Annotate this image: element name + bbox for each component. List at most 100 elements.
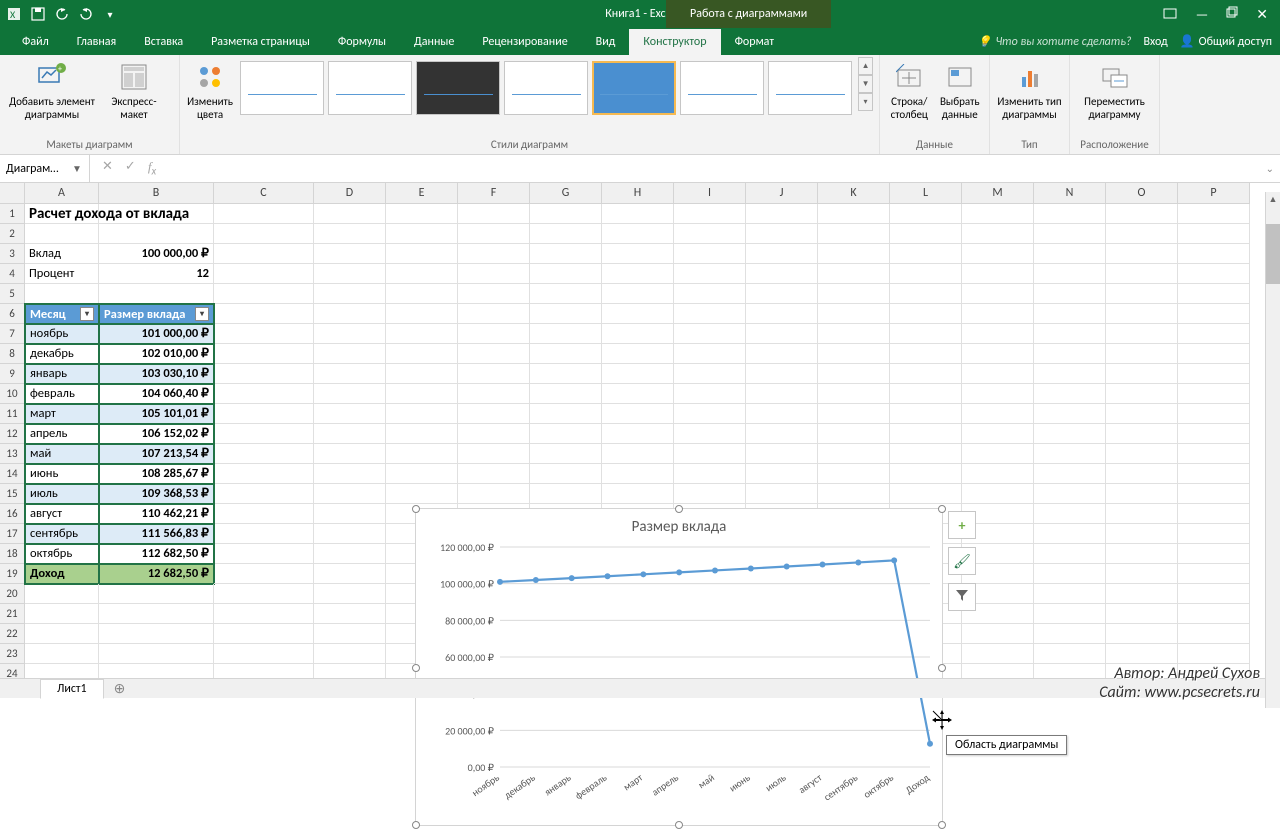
gallery-more-icon[interactable]: ▾ xyxy=(858,93,873,111)
row-header-4[interactable]: 4 xyxy=(0,264,25,284)
cell-B13[interactable]: 107 213,54 ₽ xyxy=(99,444,214,464)
row-header-21[interactable]: 21 xyxy=(0,604,25,624)
cell-B12[interactable]: 106 152,02 ₽ xyxy=(99,424,214,444)
col-header-D[interactable]: D xyxy=(314,183,386,203)
redo-icon[interactable] xyxy=(78,6,94,22)
formula-input[interactable] xyxy=(168,155,1259,182)
cell-B8[interactable]: 102 010,00 ₽ xyxy=(99,344,214,364)
qat-customize-icon[interactable]: ▾ xyxy=(102,6,118,22)
cell-A16[interactable]: август xyxy=(25,504,99,524)
tab-design[interactable]: Конструктор xyxy=(629,29,720,55)
enter-icon[interactable]: ✓ xyxy=(125,159,136,178)
cell-B6[interactable]: Размер вклада▾ xyxy=(99,304,214,324)
tab-home[interactable]: Главная xyxy=(63,29,130,55)
chart-handle[interactable] xyxy=(412,505,420,513)
tab-formulas[interactable]: Формулы xyxy=(324,29,400,55)
cell-A12[interactable]: апрель xyxy=(25,424,99,444)
cell-B19[interactable]: 12 682,50 ₽ xyxy=(99,564,214,584)
row-header-19[interactable]: 19 xyxy=(0,564,25,584)
cell-A6[interactable]: Месяц▾ xyxy=(25,304,99,324)
expand-formula-icon[interactable]: ⌄ xyxy=(1260,162,1280,175)
row-header-8[interactable]: 8 xyxy=(0,344,25,364)
filter-dropdown-icon[interactable]: ▾ xyxy=(195,307,209,321)
chart-style-3[interactable] xyxy=(416,61,500,115)
cell-B3[interactable]: 100 000,00 ₽ xyxy=(99,244,214,264)
col-header-H[interactable]: H xyxy=(602,183,674,203)
chart-handle[interactable] xyxy=(938,505,946,513)
row-header-16[interactable]: 16 xyxy=(0,504,25,524)
chart-handle[interactable] xyxy=(412,664,420,672)
gallery-up-icon[interactable]: ▲ xyxy=(858,57,873,75)
tab-view[interactable]: Вид xyxy=(582,29,630,55)
cell-A13[interactable]: май xyxy=(25,444,99,464)
chart-style-2[interactable] xyxy=(328,61,412,115)
row-header-12[interactable]: 12 xyxy=(0,424,25,444)
vertical-scrollbar[interactable]: ▲ xyxy=(1265,192,1280,708)
cell-A8[interactable]: декабрь xyxy=(25,344,99,364)
chart-style-1[interactable] xyxy=(240,61,324,115)
chevron-down-icon[interactable]: ▼ xyxy=(72,162,82,175)
minimize-icon[interactable]: — xyxy=(1196,6,1209,23)
tell-me-input[interactable]: Что вы хотите сделать? xyxy=(977,35,1131,49)
undo-icon[interactable] xyxy=(54,6,70,22)
cell-B14[interactable]: 108 285,67 ₽ xyxy=(99,464,214,484)
row-header-2[interactable]: 2 xyxy=(0,224,25,244)
row-header-11[interactable]: 11 xyxy=(0,404,25,424)
tab-format[interactable]: Формат xyxy=(721,29,788,55)
tab-insert[interactable]: Вставка xyxy=(130,29,197,55)
cell-B4[interactable]: 12 xyxy=(99,264,214,284)
cell-A3[interactable]: Вклад xyxy=(25,244,99,264)
chart-handle[interactable] xyxy=(938,821,946,829)
chart-handle[interactable] xyxy=(675,505,683,513)
row-header-9[interactable]: 9 xyxy=(0,364,25,384)
chart-handle[interactable] xyxy=(675,821,683,829)
tab-page-layout[interactable]: Разметка страницы xyxy=(197,29,324,55)
row-header-3[interactable]: 3 xyxy=(0,244,25,264)
cell-A18[interactable]: октябрь xyxy=(25,544,99,564)
col-header-O[interactable]: O xyxy=(1106,183,1178,203)
restore-icon[interactable] xyxy=(1226,6,1238,22)
col-header-A[interactable]: A xyxy=(25,183,99,203)
col-header-M[interactable]: M xyxy=(962,183,1034,203)
col-header-L[interactable]: L xyxy=(890,183,962,203)
tab-review[interactable]: Рецензирование xyxy=(468,29,581,55)
cell-A10[interactable]: февраль xyxy=(25,384,99,404)
cell-A11[interactable]: март xyxy=(25,404,99,424)
row-header-7[interactable]: 7 xyxy=(0,324,25,344)
row-header-5[interactable]: 5 xyxy=(0,284,25,304)
add-sheet-button[interactable]: ⊕ xyxy=(104,680,136,697)
scroll-thumb[interactable] xyxy=(1266,224,1280,284)
col-header-B[interactable]: B xyxy=(99,183,214,203)
select-data-button[interactable]: Выбрать данные xyxy=(937,57,984,135)
col-header-I[interactable]: I xyxy=(674,183,746,203)
cell-B17[interactable]: 111 566,83 ₽ xyxy=(99,524,214,544)
row-header-18[interactable]: 18 xyxy=(0,544,25,564)
cell-B18[interactable]: 112 682,50 ₽ xyxy=(99,544,214,564)
row-header-10[interactable]: 10 xyxy=(0,384,25,404)
row-header-1[interactable]: 1 xyxy=(0,204,25,224)
switch-row-column-button[interactable]: Строка/ столбец xyxy=(886,57,933,135)
cell-A7[interactable]: ноябрь xyxy=(25,324,99,344)
close-icon[interactable]: ✕ xyxy=(1256,6,1268,23)
row-header-15[interactable]: 15 xyxy=(0,484,25,504)
cell-A14[interactable]: июнь xyxy=(25,464,99,484)
chart-handle[interactable] xyxy=(938,664,946,672)
cell-A4[interactable]: Процент xyxy=(25,264,99,284)
fx-icon[interactable]: fx xyxy=(148,159,156,178)
share-button[interactable]: 👤 Общий доступ xyxy=(1180,34,1272,49)
col-header-E[interactable]: E xyxy=(386,183,458,203)
row-header-13[interactable]: 13 xyxy=(0,444,25,464)
row-header-20[interactable]: 20 xyxy=(0,584,25,604)
col-header-F[interactable]: F xyxy=(458,183,530,203)
chart-filters-button[interactable] xyxy=(948,583,976,611)
cell-A9[interactable]: январь xyxy=(25,364,99,384)
cell-A19[interactable]: Доход xyxy=(25,564,99,584)
col-header-C[interactable]: C xyxy=(214,183,314,203)
filter-dropdown-icon[interactable]: ▾ xyxy=(80,307,94,321)
cancel-icon[interactable]: ✕ xyxy=(102,159,113,178)
change-chart-type-button[interactable]: Изменить тип диаграммы xyxy=(996,57,1063,135)
scroll-up-icon[interactable]: ▲ xyxy=(1266,192,1280,208)
name-box[interactable]: ▼ xyxy=(0,155,90,182)
cell-B15[interactable]: 109 368,53 ₽ xyxy=(99,484,214,504)
chart-handle[interactable] xyxy=(412,821,420,829)
